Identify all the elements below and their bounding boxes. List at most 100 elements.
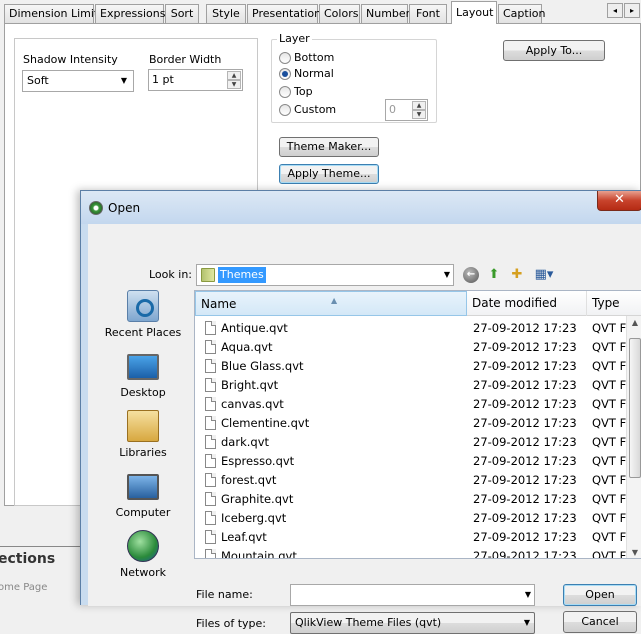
spin-up-icon[interactable]: ▲ <box>412 101 426 110</box>
file-icon <box>205 321 216 335</box>
view-menu-icon[interactable]: ▦▾ <box>532 267 556 283</box>
tab-layout[interactable]: Layout <box>451 1 497 24</box>
apply-to-button[interactable]: Apply To... <box>503 40 605 61</box>
table-row[interactable]: Antique.qvt 27-09-2012 17:23 QVT Fi <box>195 319 641 338</box>
type-cell: QVT Fi <box>592 378 629 392</box>
sections-title: ections <box>0 551 56 567</box>
layer-bottom-radio[interactable] <box>279 52 291 64</box>
place-computer[interactable]: Computer <box>101 470 185 519</box>
chevron-down-icon: ▼ <box>443 270 450 279</box>
table-row[interactable]: forest.qvt 27-09-2012 17:23 QVT Fi <box>195 471 641 490</box>
tab-caption[interactable]: Caption <box>498 4 545 23</box>
cancel-button[interactable]: Cancel <box>563 611 637 633</box>
place-label: Recent Places <box>104 326 182 339</box>
file-list[interactable]: Name ▲ Date modified Type Antique.qvt 27-… <box>194 290 641 559</box>
date-modified-cell: 27-09-2012 17:23 <box>473 492 577 506</box>
tab-scroll-left-icon[interactable]: ◂ <box>607 3 623 18</box>
date-modified-cell: 27-09-2012 17:23 <box>473 435 577 449</box>
table-row[interactable]: Bright.qvt 27-09-2012 17:23 QVT Fi <box>195 376 641 395</box>
layer-custom-stepper[interactable]: 0 ▲ ▼ <box>385 99 428 121</box>
tab-font[interactable]: Font <box>409 4 447 23</box>
table-row[interactable]: Espresso.qvt 27-09-2012 17:23 QVT Fi <box>195 452 641 471</box>
scroll-up-icon[interactable]: ▲ <box>629 318 641 327</box>
file-icon <box>205 378 216 392</box>
files-of-type-select[interactable]: QlikView Theme Files (qvt) ▼ <box>290 612 535 634</box>
table-row[interactable]: canvas.qvt 27-09-2012 17:23 QVT Fi <box>195 395 641 414</box>
place-desktop[interactable]: Desktop <box>101 350 185 399</box>
layer-top-radio[interactable] <box>279 86 291 98</box>
look-in-label: Look in: <box>149 268 192 281</box>
table-row[interactable]: Graphite.qvt 27-09-2012 17:23 QVT Fi <box>195 490 641 509</box>
spin-down-icon[interactable]: ▼ <box>227 80 241 89</box>
close-icon[interactable]: ✕ <box>597 191 641 211</box>
border-width-stepper[interactable]: 1 pt ▲ ▼ <box>148 69 243 91</box>
desktop-icon <box>127 354 159 380</box>
place-label: Network <box>120 566 166 579</box>
file-name-cell: canvas.qvt <box>221 397 284 411</box>
column-header-name[interactable]: Name ▲ <box>195 291 467 316</box>
file-icon <box>205 454 216 468</box>
back-icon[interactable]: ← <box>463 267 479 283</box>
apply-theme-button[interactable]: Apply Theme... <box>279 164 379 184</box>
column-header-date-modified[interactable]: Date modified <box>467 291 587 316</box>
up-folder-icon[interactable]: ⬆ <box>485 267 503 283</box>
type-cell: QVT Fi <box>592 340 629 354</box>
file-name-input[interactable]: ▼ <box>290 584 535 606</box>
file-name-cell: Mountain.qvt <box>221 549 297 559</box>
new-folder-icon[interactable]: ✚ <box>508 267 526 283</box>
file-name-cell: Espresso.qvt <box>221 454 295 468</box>
place-network[interactable]: Network <box>101 530 185 579</box>
place-recent-places[interactable]: Recent Places <box>101 290 185 339</box>
look-in-value: Themes <box>218 267 266 283</box>
file-icon <box>205 492 216 506</box>
column-header-type[interactable]: Type <box>587 291 641 316</box>
home-page-link[interactable]: ome Page <box>0 582 47 593</box>
tab-style[interactable]: Style <box>206 4 246 23</box>
place-label: Desktop <box>120 386 166 399</box>
libraries-icon <box>127 410 159 442</box>
tab-colors[interactable]: Colors <box>319 4 360 23</box>
file-name-label: File name: <box>196 588 253 601</box>
file-list-header: Name ▲ Date modified Type <box>195 291 641 316</box>
chevron-down-icon[interactable]: ▼ <box>525 585 531 605</box>
tab-expressions[interactable]: Expressions <box>95 4 165 23</box>
date-modified-cell: 27-09-2012 17:23 <box>473 454 577 468</box>
type-cell: QVT Fi <box>592 435 629 449</box>
layer-custom-radio[interactable] <box>279 104 291 116</box>
tab-sort[interactable]: Sort <box>165 4 199 23</box>
table-row[interactable]: dark.qvt 27-09-2012 17:23 QVT Fi <box>195 433 641 452</box>
files-of-type-value: QlikView Theme Files (qvt) <box>295 616 442 629</box>
layer-custom-value: 0 <box>389 103 396 116</box>
tab-scroll-right-icon[interactable]: ▸ <box>624 3 640 18</box>
tab-number[interactable]: Number <box>361 4 410 23</box>
date-modified-cell: 27-09-2012 17:23 <box>473 359 577 373</box>
table-row[interactable]: Iceberg.qvt 27-09-2012 17:23 QVT Fi <box>195 509 641 528</box>
file-name-cell: dark.qvt <box>221 435 270 449</box>
scroll-down-icon[interactable]: ▼ <box>629 548 641 557</box>
date-modified-cell: 27-09-2012 17:23 <box>473 511 577 525</box>
theme-maker-button[interactable]: Theme Maker... <box>279 137 379 157</box>
tab-dimension-limits[interactable]: Dimension Limits <box>4 4 104 23</box>
spin-up-icon[interactable]: ▲ <box>227 71 241 80</box>
shadow-intensity-select[interactable]: Soft ▼ <box>22 70 134 92</box>
scrollbar-thumb[interactable] <box>629 338 641 478</box>
tab-presentation[interactable]: Presentation <box>247 4 321 23</box>
table-row[interactable]: Leaf.qvt 27-09-2012 17:23 QVT Fi <box>195 528 641 547</box>
look-in-select[interactable]: Themes ▼ <box>196 264 454 286</box>
file-list-scrollbar[interactable]: ▲ ▼ <box>626 316 641 558</box>
table-row[interactable]: Aqua.qvt 27-09-2012 17:23 QVT Fi <box>195 338 641 357</box>
type-cell: QVT Fi <box>592 359 629 373</box>
table-row[interactable]: Mountain.qvt 27-09-2012 17:23 QVT Fi <box>195 547 641 559</box>
spin-down-icon[interactable]: ▼ <box>412 110 426 119</box>
table-row[interactable]: Blue Glass.qvt 27-09-2012 17:23 QVT Fi <box>195 357 641 376</box>
place-libraries[interactable]: Libraries <box>101 410 185 459</box>
type-cell: QVT Fi <box>592 321 629 335</box>
place-label: Computer <box>115 506 171 519</box>
file-name-cell: Antique.qvt <box>221 321 288 335</box>
table-row[interactable]: Clementine.qvt 27-09-2012 17:23 QVT Fi <box>195 414 641 433</box>
file-name-cell: Graphite.qvt <box>221 492 294 506</box>
file-icon <box>205 359 216 373</box>
layer-normal-radio[interactable] <box>279 68 291 80</box>
open-button[interactable]: Open <box>563 584 637 606</box>
dialog-titlebar[interactable]: Open ✕ <box>81 191 641 224</box>
